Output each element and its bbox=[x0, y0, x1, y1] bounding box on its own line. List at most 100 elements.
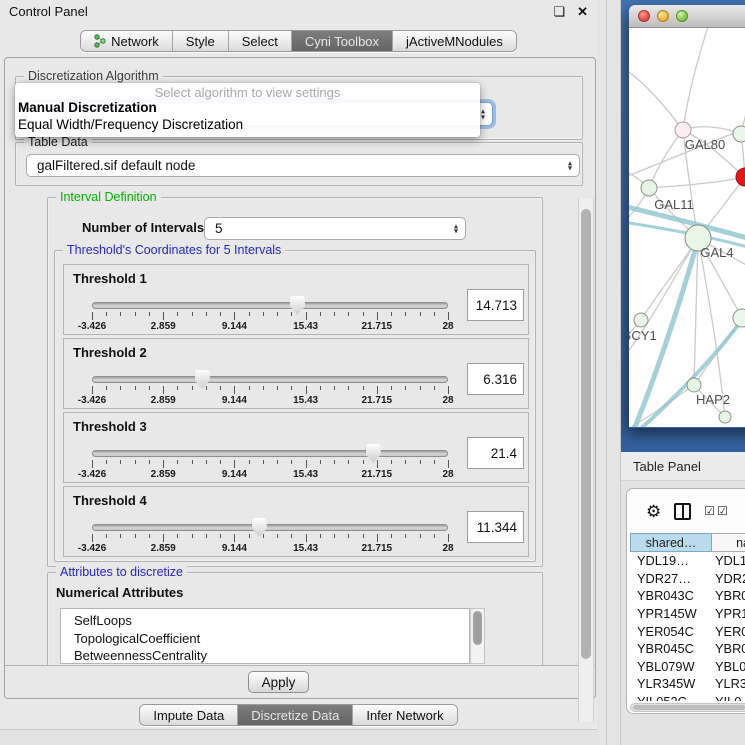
attributes-scrollbar-thumb[interactable] bbox=[473, 611, 482, 645]
attribute-list-item[interactable]: TopologicalCoefficient bbox=[74, 630, 469, 648]
slider-tick bbox=[277, 386, 278, 390]
tab-jactivemnodules[interactable]: jActiveMNodules bbox=[393, 31, 516, 51]
table-row[interactable]: YDR27…YDR2 bbox=[630, 570, 745, 588]
cell-shared-name[interactable]: YBR043C bbox=[630, 587, 712, 605]
cell-name[interactable]: YDR2 bbox=[712, 570, 745, 588]
cell-name[interactable]: YLR3 bbox=[712, 675, 745, 693]
cell-shared-name[interactable]: YIL052C bbox=[630, 693, 712, 701]
slider-tick bbox=[377, 312, 378, 320]
cell-shared-name[interactable]: YBR045C bbox=[630, 640, 712, 658]
threshold-value-field[interactable]: 14.713 bbox=[467, 289, 524, 321]
number-of-intervals-combobox[interactable]: 5 ▴▾ bbox=[204, 217, 466, 240]
algorithm-placeholder-item[interactable]: Select algorithm to view settings bbox=[15, 85, 480, 100]
cell-shared-name[interactable]: YER054C bbox=[630, 622, 712, 640]
cell-name[interactable]: YPR1 bbox=[712, 605, 745, 623]
cell-name[interactable]: YBR0 bbox=[712, 587, 745, 605]
table-row[interactable]: YBR045CYBR0 bbox=[630, 640, 745, 658]
cell-shared-name[interactable]: YBL079W bbox=[630, 658, 712, 676]
network-node-ga[interactable] bbox=[733, 126, 745, 142]
slider-tick bbox=[377, 386, 378, 394]
threshold-slider[interactable]: -3.4262.8599.14415.4321.71528 bbox=[84, 443, 456, 483]
network-node-hap2[interactable] bbox=[687, 378, 701, 392]
cell-name[interactable]: YER0 bbox=[712, 622, 745, 640]
cell-name[interactable]: YBR0 bbox=[712, 640, 745, 658]
panel-scrollbar-thumb[interactable] bbox=[581, 209, 591, 659]
threshold-slider[interactable]: -3.4262.8599.14415.4321.71528 bbox=[84, 517, 456, 557]
slider-tick bbox=[348, 534, 349, 538]
tab-infer-network[interactable]: Infer Network bbox=[353, 705, 456, 725]
network-node-gal80[interactable] bbox=[675, 122, 691, 138]
network-node[interactable] bbox=[719, 411, 731, 423]
table-row[interactable]: YPR145WYPR1 bbox=[630, 605, 745, 623]
tab-discretize-data[interactable]: Discretize Data bbox=[238, 705, 353, 725]
table-row[interactable]: YLR345WYLR3 bbox=[630, 675, 745, 693]
table-scrollbar-thumb[interactable] bbox=[633, 705, 745, 710]
table-row[interactable]: YBL079WYBL0 bbox=[630, 658, 745, 676]
network-node-gal11[interactable] bbox=[641, 180, 657, 196]
cell-name[interactable]: YIL0 bbox=[712, 693, 745, 701]
cell-shared-name[interactable]: YPR145W bbox=[630, 605, 712, 623]
zoom-traffic-light[interactable] bbox=[676, 10, 688, 22]
cell-shared-name[interactable]: YDL19… bbox=[630, 552, 712, 570]
apply-button[interactable]: Apply bbox=[248, 671, 309, 693]
column-header-shared-name[interactable]: shared… bbox=[630, 533, 712, 552]
attributes-list-scrollbar[interactable] bbox=[470, 608, 485, 664]
network-node-h[interactable] bbox=[733, 309, 745, 327]
node-table[interactable]: shared… na YDL19…YDL1YDR27…YDR2YBR043CYB… bbox=[630, 533, 745, 701]
float-window-icon[interactable]: ❏ bbox=[553, 4, 565, 20]
checkbox-icon[interactable]: ☑ bbox=[704, 504, 717, 518]
columns-icon[interactable] bbox=[674, 503, 691, 520]
tab-network[interactable]: Network bbox=[81, 31, 173, 51]
slider-track[interactable] bbox=[92, 376, 448, 383]
table-row[interactable]: YIL052CYIL0 bbox=[630, 693, 745, 701]
tab-style[interactable]: Style bbox=[173, 31, 229, 51]
threshold-value-field[interactable]: 11.344 bbox=[467, 511, 524, 543]
threshold-value-field[interactable]: 6.316 bbox=[467, 363, 524, 395]
cell-shared-name[interactable]: YDR27… bbox=[630, 570, 712, 588]
tab-label: Network bbox=[111, 34, 159, 49]
table-row[interactable]: YBR043CYBR0 bbox=[630, 587, 745, 605]
table-horizontal-scrollbar[interactable] bbox=[630, 703, 745, 712]
attribute-list-item[interactable]: BetweennessCentrality bbox=[74, 647, 469, 664]
numerical-attributes-list[interactable]: SelfLoopsTopologicalCoefficientBetweenne… bbox=[60, 608, 470, 664]
network-canvas[interactable]: GAL80GACGAL11GAL4GCY1HHAP2 bbox=[629, 28, 745, 427]
checkbox-icon[interactable]: ☑ bbox=[717, 504, 730, 518]
column-header-name[interactable]: na bbox=[712, 533, 745, 552]
panel-splitter[interactable] bbox=[597, 0, 621, 745]
slider-track[interactable] bbox=[92, 450, 448, 457]
table-data-combobox[interactable]: galFiltered.sif default node ▴▾ bbox=[26, 154, 580, 177]
slider-handle[interactable] bbox=[366, 444, 381, 463]
tab-select[interactable]: Select bbox=[229, 31, 292, 51]
cell-shared-name[interactable]: YLR345W bbox=[630, 675, 712, 693]
cell-name[interactable]: YBL0 bbox=[712, 658, 745, 676]
slider-track[interactable] bbox=[92, 302, 448, 309]
attribute-list-item[interactable]: SelfLoops bbox=[74, 612, 469, 630]
slider-track[interactable] bbox=[92, 524, 448, 531]
cell-name[interactable]: YDL1 bbox=[712, 552, 745, 570]
tab-impute-data[interactable]: Impute Data bbox=[140, 705, 238, 725]
close-traffic-light[interactable] bbox=[638, 10, 650, 22]
close-icon[interactable]: ✕ bbox=[577, 4, 588, 20]
table-row[interactable]: YDL19…YDL1 bbox=[630, 552, 745, 570]
threshold-slider[interactable]: -3.4262.8599.14415.4321.71528 bbox=[84, 369, 456, 409]
algorithm-option-equal-width-frequency-discretization[interactable]: Equal Width/Frequency Discretization bbox=[15, 117, 480, 134]
panel-vertical-scrollbar[interactable] bbox=[578, 198, 594, 722]
slider-tick bbox=[163, 386, 164, 394]
spinner-down-icon: ▾ bbox=[481, 114, 485, 120]
minimize-traffic-light[interactable] bbox=[657, 10, 669, 22]
select-columns-checkboxes[interactable]: ☑☑ bbox=[704, 504, 730, 518]
slider-handle[interactable] bbox=[195, 370, 210, 389]
algorithm-option-manual-discretization[interactable]: Manual Discretization bbox=[15, 100, 480, 117]
threshold-slider[interactable]: -3.4262.8599.14415.4321.71528 bbox=[84, 295, 456, 335]
slider-tick bbox=[405, 534, 406, 538]
slider-tick bbox=[92, 534, 93, 542]
slider-tick bbox=[263, 460, 264, 464]
slider-handle[interactable] bbox=[252, 518, 267, 537]
network-icon bbox=[94, 34, 106, 48]
table-row[interactable]: YER054CYER0 bbox=[630, 622, 745, 640]
threshold-value-field[interactable]: 21.4 bbox=[467, 437, 524, 469]
gear-icon[interactable]: ⚙ bbox=[646, 503, 661, 520]
network-node-gcy1[interactable] bbox=[634, 313, 648, 327]
slider-tick bbox=[363, 534, 364, 538]
tab-cyni-toolbox[interactable]: Cyni Toolbox bbox=[292, 31, 393, 51]
